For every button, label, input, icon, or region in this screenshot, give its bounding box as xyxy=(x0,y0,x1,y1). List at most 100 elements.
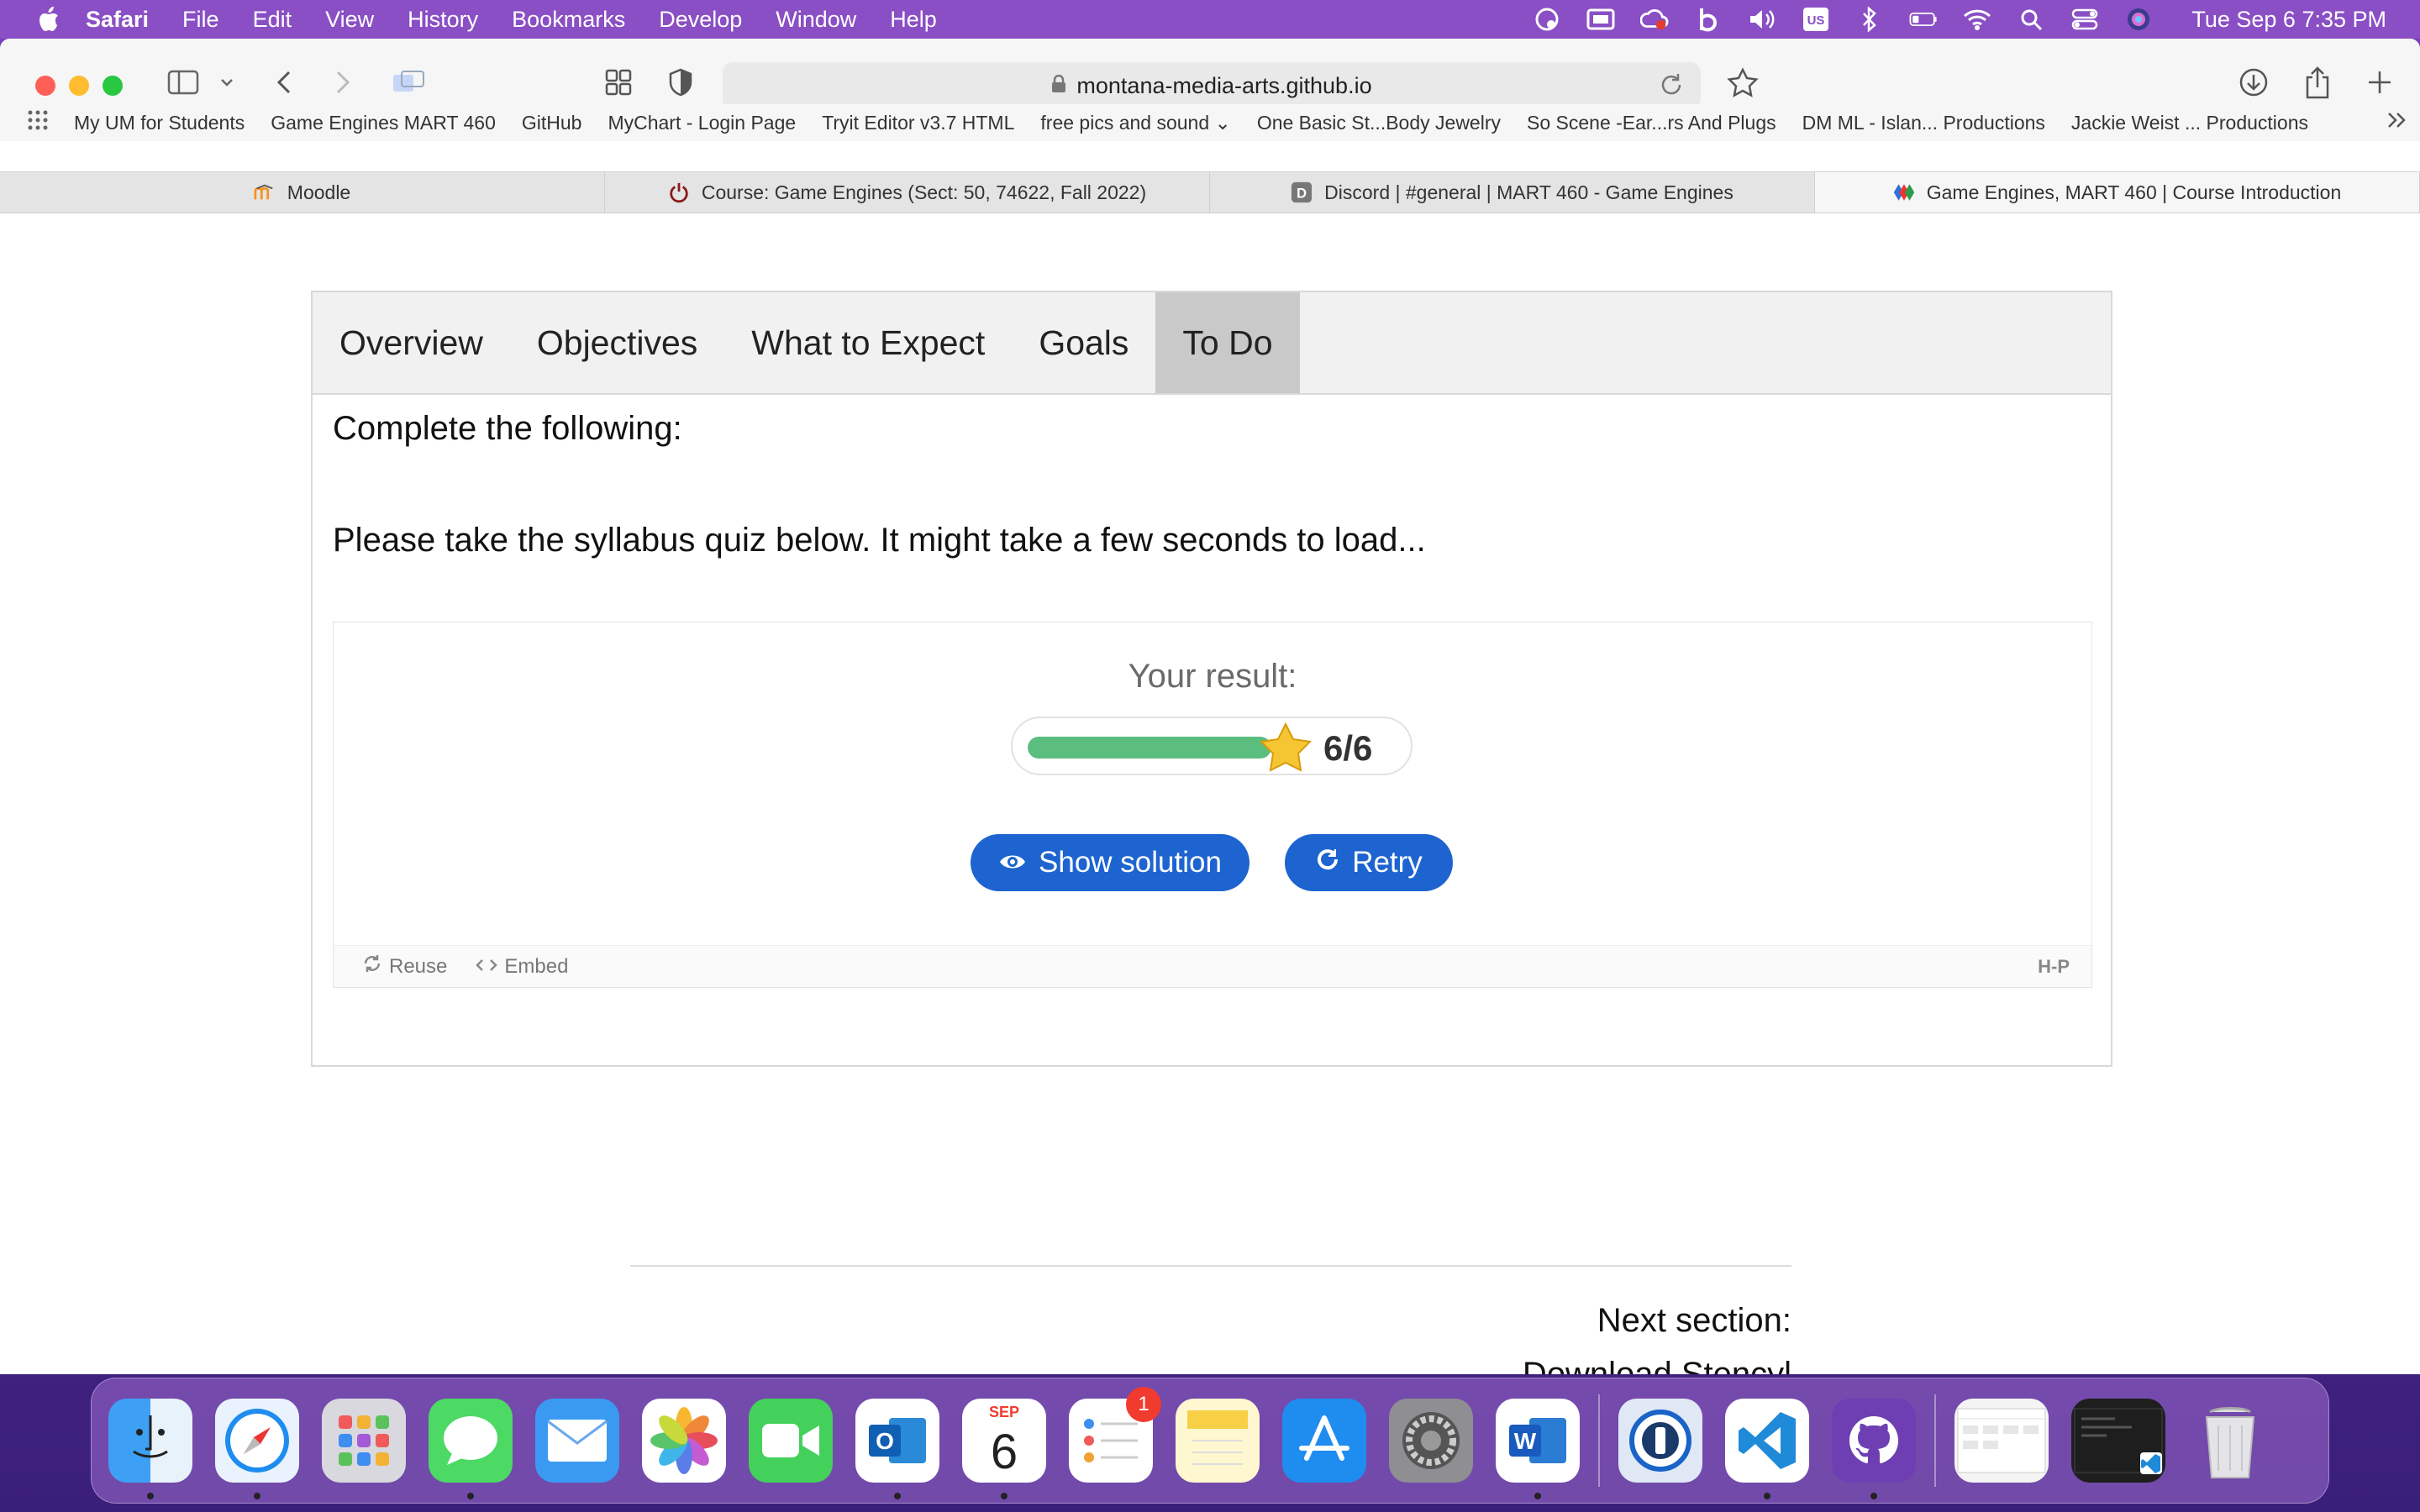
screen-mirror-icon[interactable] xyxy=(1586,7,1615,32)
back-icon[interactable] xyxy=(269,64,299,101)
svg-text:US: US xyxy=(1807,13,1825,28)
tab-what-to-expect[interactable]: What to Expect xyxy=(724,292,1012,393)
photos-icon[interactable] xyxy=(642,1399,726,1483)
menu-file[interactable]: File xyxy=(182,7,219,33)
minimize-window-button[interactable] xyxy=(69,76,89,96)
reload-icon[interactable] xyxy=(1659,72,1684,103)
outlook-icon[interactable]: O xyxy=(855,1399,939,1499)
bookmark-item[interactable]: My UM for Students xyxy=(74,112,245,134)
retry-button[interactable]: Retry xyxy=(1285,834,1453,891)
sidebar-toggle-icon[interactable] xyxy=(165,64,202,101)
safari-icon[interactable] xyxy=(215,1399,299,1499)
battery-icon[interactable] xyxy=(1909,7,1938,32)
system-preferences-icon[interactable] xyxy=(1389,1399,1473,1483)
tab-overview[interactable]: Overview xyxy=(313,292,510,393)
menu-window[interactable]: Window xyxy=(776,7,856,33)
next-section-link[interactable]: Download Stencyl xyxy=(1523,1356,1791,1374)
bookmark-item[interactable]: Jackie Weist ... Productions xyxy=(2071,112,2308,134)
progress-track xyxy=(1028,737,1271,759)
launchpad-icon[interactable] xyxy=(322,1399,406,1483)
search-icon[interactable] xyxy=(2017,7,2045,32)
menu-edit[interactable]: Edit xyxy=(253,7,292,33)
address-bar[interactable]: montana-media-arts.github.io xyxy=(723,62,1701,109)
close-window-button[interactable] xyxy=(35,76,55,96)
menu-develop[interactable]: Develop xyxy=(659,7,742,33)
finder-icon[interactable] xyxy=(108,1399,192,1499)
messages-icon[interactable] xyxy=(429,1399,513,1499)
tab-goals[interactable]: Goals xyxy=(1012,292,1155,393)
bookmark-folder[interactable]: free pics and sound ⌄ xyxy=(1040,112,1230,134)
menu-history[interactable]: History xyxy=(408,7,478,33)
running-indicator xyxy=(1534,1493,1541,1499)
h5p-footer: Reuse Embed H-P xyxy=(334,945,2091,987)
calendar-icon[interactable]: SEP 6 xyxy=(962,1399,1046,1499)
keyboard-input-icon[interactable]: US xyxy=(1802,7,1830,32)
downloads-icon[interactable] xyxy=(2235,64,2272,101)
quiz-instruction: Please take the syllabus quiz below. It … xyxy=(333,522,1426,559)
volume-icon[interactable] xyxy=(1748,7,1776,32)
bold-b-icon[interactable] xyxy=(1694,7,1723,32)
tab-discord[interactable]: D Discord | #general | MART 460 - Game E… xyxy=(1210,172,1815,213)
diamonds-icon xyxy=(1893,181,1915,203)
minimized-calendar-window[interactable] xyxy=(1954,1399,2049,1483)
bookmark-item[interactable]: One Basic St...Body Jewelry xyxy=(1257,112,1501,134)
facetime-icon[interactable] xyxy=(749,1399,833,1483)
tab-course[interactable]: Course: Game Engines (Sect: 50, 74622, F… xyxy=(605,172,1210,213)
bluetooth-icon[interactable] xyxy=(1855,7,1884,32)
reuse-icon xyxy=(362,953,382,979)
notes-icon[interactable] xyxy=(1176,1399,1260,1483)
mail-icon[interactable] xyxy=(535,1399,619,1483)
menu-view[interactable]: View xyxy=(325,7,374,33)
forward-icon[interactable] xyxy=(328,64,358,101)
share-icon[interactable] xyxy=(2299,64,2336,101)
word-icon[interactable]: W xyxy=(1496,1399,1580,1499)
bookmark-item[interactable]: So Scene -Ear...rs And Plugs xyxy=(1527,112,1776,134)
bookmark-item[interactable]: DM ML - Islan... Productions xyxy=(1802,112,2045,134)
app-store-icon[interactable] xyxy=(1282,1399,1366,1483)
privacy-icon[interactable] xyxy=(1533,7,1561,32)
new-tab-icon[interactable] xyxy=(2361,64,2398,101)
chevron-down-icon: ⌄ xyxy=(1214,111,1231,134)
tab-course-introduction[interactable]: Game Engines, MART 460 | Course Introduc… xyxy=(1815,172,2420,213)
reminders-icon[interactable]: 1 xyxy=(1069,1387,1161,1483)
menu-app-safari[interactable]: Safari xyxy=(86,7,149,33)
siri-icon[interactable] xyxy=(2124,7,2153,32)
embed-link[interactable]: Embed xyxy=(476,955,568,979)
bookmark-item[interactable]: Tryit Editor v3.7 HTML xyxy=(822,112,1014,134)
reuse-link[interactable]: Reuse xyxy=(362,953,447,979)
h5p-logo[interactable]: H-P xyxy=(2038,956,2070,978)
trash-icon[interactable] xyxy=(2188,1399,2272,1483)
tab-group-icon[interactable] xyxy=(390,64,427,101)
creative-cloud-icon[interactable] xyxy=(1640,7,1669,32)
tab-objectives[interactable]: Objectives xyxy=(510,292,724,393)
bookmark-item[interactable]: GitHub xyxy=(522,112,582,134)
tab-overview-icon[interactable] xyxy=(602,64,635,101)
tab-moodle[interactable]: Moodle xyxy=(0,172,605,213)
zoom-window-button[interactable] xyxy=(103,76,123,96)
more-bookmarks-icon[interactable] xyxy=(2386,111,2408,134)
show-solution-button[interactable]: Show solution xyxy=(971,834,1249,891)
github-desktop-icon[interactable] xyxy=(1832,1399,1916,1499)
url-text: montana-media-arts.github.io xyxy=(1076,72,1372,98)
bookmark-item[interactable]: MyChart - Login Page xyxy=(608,112,796,134)
tab-label: Game Engines, MART 460 | Course Introduc… xyxy=(1926,181,2342,203)
apple-menu-icon[interactable] xyxy=(29,6,67,33)
dock-separator xyxy=(1598,1394,1600,1487)
bookmark-star-icon[interactable] xyxy=(1724,64,1761,101)
section-tabs: Overview Objectives What to Expect Goals… xyxy=(313,292,2111,395)
minimized-vscode-window[interactable] xyxy=(2071,1399,2165,1483)
bookmark-item[interactable]: Game Engines MART 460 xyxy=(271,112,496,134)
control-center-icon[interactable] xyxy=(2070,7,2099,32)
apps-grid-icon[interactable] xyxy=(27,109,49,136)
chevron-down-icon[interactable] xyxy=(217,64,237,101)
menu-bookmarks[interactable]: Bookmarks xyxy=(512,7,625,33)
vscode-icon[interactable] xyxy=(1725,1399,1809,1499)
menu-help[interactable]: Help xyxy=(890,7,937,33)
wifi-icon[interactable] xyxy=(1963,7,1991,32)
menubar-clock[interactable]: Tue Sep 6 7:35 PM xyxy=(2191,7,2386,33)
web-page: Overview Objectives What to Expect Goals… xyxy=(0,217,2420,1374)
privacy-shield-icon[interactable] xyxy=(664,64,697,101)
tab-to-do[interactable]: To Do xyxy=(1155,292,1300,393)
1password-icon[interactable] xyxy=(1618,1399,1702,1483)
embed-label: Embed xyxy=(504,954,569,978)
